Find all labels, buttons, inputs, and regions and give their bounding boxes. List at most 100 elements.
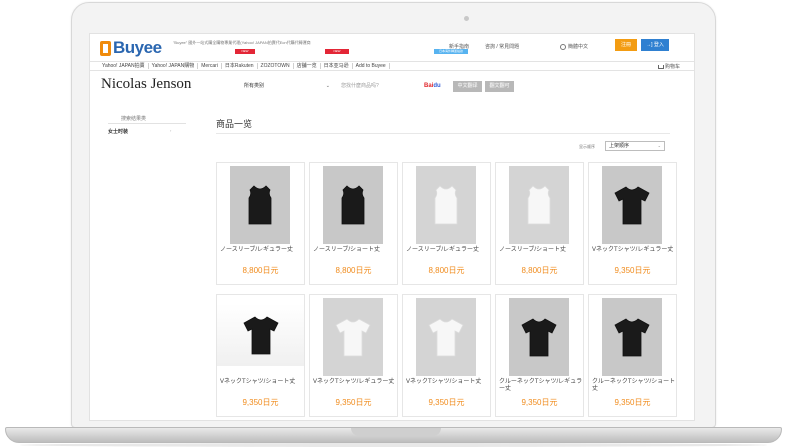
help-link[interactable]: 咨詢 / 常見問題 [485,43,519,50]
store-name: Nicolas Jenson [101,76,192,92]
garment-image [335,318,371,357]
chevron-down-icon: ⌄ [657,143,661,148]
product-price: 9,350日元 [614,398,651,407]
nav-item[interactable]: 日本Rakuten [222,63,258,69]
product-image[interactable] [323,298,383,376]
nav-item[interactable]: Yahoo! JAPAN購物 [149,63,199,69]
marketplace-nav: Yahoo! JAPAN拍賣 Yahoo! JAPAN購物 Mercari 日本… [90,61,694,71]
garment-image [242,316,279,355]
product-card[interactable]: ノースリーブ/レギュラー丈 8,800日元 [216,162,305,285]
product-price: 9,350日元 [428,398,465,407]
logo-icon [100,40,111,56]
product-image[interactable] [509,166,569,244]
garment-image [614,186,650,225]
product-name[interactable]: ノースリーブ/ショート丈 [499,247,583,254]
product-name[interactable]: ノースリーブ/ショート丈 [313,247,397,254]
sort-select[interactable]: 上架顺序 ⌄ [605,141,665,151]
nav-item[interactable]: 店舗一览 [294,63,321,69]
baidu-search-logo[interactable]: Baidu [424,81,450,92]
product-card[interactable]: ノースリーブ/ショート丈 8,800日元 [309,162,398,285]
product-name[interactable]: VネックTシャツ/レギュラー丈 [592,247,676,254]
product-image[interactable] [602,166,662,244]
beginner-guide-link[interactable]: 新手指南 [449,43,469,50]
baidu-text: du [433,83,441,89]
buyee-logo[interactable]: Buyee [100,38,162,58]
garment-image [521,318,557,357]
language-selector[interactable]: 簡體中文 [560,43,588,50]
product-card[interactable]: ノースリーブ/ショート丈 8,800日元 [495,162,584,285]
sidebar-title: 搜索结果类 [121,116,147,122]
category-value: 所有类别 [244,83,265,89]
product-image[interactable] [217,304,304,366]
category-select[interactable]: 所有类别 ⌄ [238,81,333,92]
camera-dot [464,16,469,21]
laptop-notch [351,428,441,436]
new-badge: NEW [235,49,255,54]
product-image[interactable] [602,298,662,376]
chevron-down-icon: ⌄ [325,83,330,89]
product-card[interactable]: VネックTシャツ/レギュラー丈 9,350日元 [588,162,677,285]
product-name[interactable]: ノースリーブ/レギュラー丈 [220,247,304,254]
product-price: 9,350日元 [521,398,558,407]
nav-item[interactable]: Mercari [198,63,222,69]
product-name[interactable]: VネックTシャツ/ショート丈 [220,379,304,386]
product-name[interactable]: VネックTシャツ/ショート丈 [406,379,490,386]
cart-label: 购物车 [664,64,680,70]
nav-item[interactable]: 日本亚马逊 [321,63,353,69]
product-price: 8,800日元 [242,266,279,275]
product-name[interactable]: ノースリーブ/レギュラー丈 [406,247,490,254]
product-price: 9,350日元 [335,398,372,407]
site-header: Buyee "Buyee" 國外一站式購全購物專業代理(Yahoo! JAPAN… [90,34,694,60]
divider [108,123,186,124]
product-card[interactable]: VネックTシャツ/ショート丈 9,350日元 [402,294,491,417]
product-image[interactable] [416,298,476,376]
garment-image [614,318,650,357]
browser-screen: Buyee "Buyee" 國外一站式購全購物專業代理(Yahoo! JAPAN… [89,33,695,421]
chinese-translate-button[interactable]: 中文翻译 [453,81,482,92]
product-card[interactable]: クルーネックTシャツ/レギュラー丈 9,350日元 [495,294,584,417]
product-card[interactable]: VネックTシャツ/ショート丈 9,350日元 [216,294,305,417]
product-name[interactable]: クルーネックTシャツ/ショート丈 [592,379,676,393]
nav-item[interactable]: Add to Buyee [353,63,390,69]
login-icon: →] [646,42,653,48]
nav-item[interactable]: ZOZOTOWN [258,63,294,69]
product-name[interactable]: クルーネックTシャツ/レギュラー丈 [499,379,583,393]
product-price: 8,800日元 [428,266,465,275]
sort-value: 上架顺序 [609,143,630,149]
product-image[interactable] [323,166,383,244]
chevron-right-icon[interactable]: › [170,128,171,133]
product-price: 8,800日元 [521,266,558,275]
divider [216,133,670,134]
product-name[interactable]: VネックTシャツ/レギュラー丈 [313,379,397,386]
site-tagline: "Buyee" 國外一站式購全購物專業代理(Yahoo! JAPAN拍賣代Ecn… [173,40,311,45]
garment-image [434,185,458,225]
product-image[interactable] [509,298,569,376]
garment-image [341,185,365,225]
language-label: 簡體中文 [568,44,589,50]
product-card[interactable]: ノースリーブ/レギュラー丈 8,800日元 [402,162,491,285]
garment-image [527,185,551,225]
japanese-translate-button[interactable]: 翻文翻可 [485,81,514,92]
product-image[interactable] [230,166,290,244]
product-image[interactable] [416,166,476,244]
search-input[interactable]: 您找什麼商品吗? [339,81,421,92]
sort-label: 显示顺序 [579,144,595,149]
product-price: 9,350日元 [242,398,279,407]
product-card[interactable]: VネックTシャツ/レギュラー丈 9,350日元 [309,294,398,417]
baidu-text: Bai [424,83,434,89]
page-title: 商品一览 [216,119,253,129]
product-card[interactable]: クルーネックTシャツ/ショート丈 9,350日元 [588,294,677,417]
garment-image [248,185,272,225]
globe-icon [560,43,566,50]
cart-link[interactable]: 购物车 [657,63,680,70]
garment-image [428,318,464,357]
login-label: 登入 [653,42,664,48]
new-badge: NEW [325,49,349,54]
register-button[interactable]: 注冊 [615,39,637,51]
product-price: 8,800日元 [335,266,372,275]
laptop-base [5,427,782,443]
login-button[interactable]: →] 登入 [641,39,669,51]
sidebar-item-womens-fashion[interactable]: 女士时装 [108,128,128,135]
cart-icon [657,64,664,69]
nav-item[interactable]: Yahoo! JAPAN拍賣 [99,63,149,69]
